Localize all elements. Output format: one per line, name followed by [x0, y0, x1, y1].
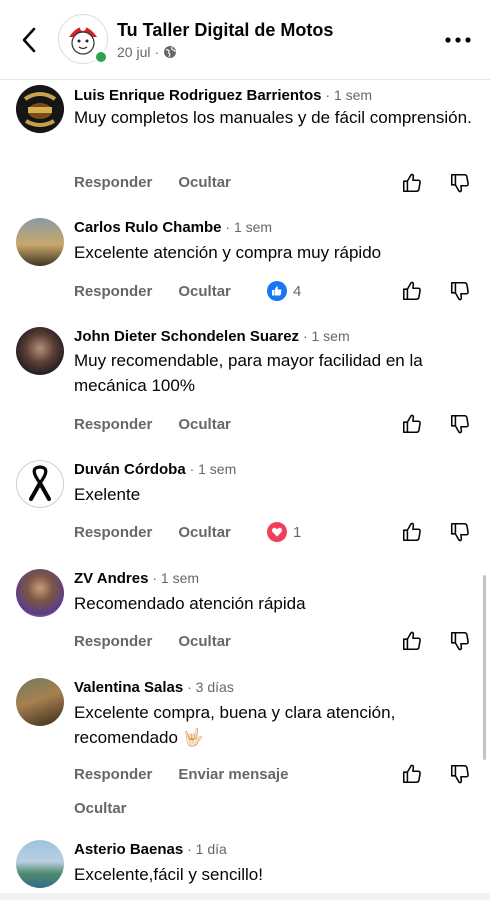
downvote-button[interactable] [447, 278, 473, 304]
avatar[interactable] [16, 569, 64, 617]
comment-actions: Responder Ocultar [74, 283, 257, 300]
more-dots-icon [445, 37, 471, 43]
thumbs-down-icon [450, 522, 469, 542]
commenter-name[interactable]: Valentina Salas · 3 días [74, 679, 234, 696]
page-avatar[interactable] [58, 14, 108, 64]
send-message-button[interactable]: Enviar mensaje [178, 766, 288, 783]
reaction-count: 4 [293, 282, 302, 300]
page-title[interactable]: Tu Taller Digital de Motos [117, 20, 333, 41]
moto-club-logo-icon [16, 85, 64, 133]
comment-actions-extra: Ocultar [74, 800, 153, 817]
comment-time: · 1 sem [221, 219, 273, 235]
reply-button[interactable]: Responder [74, 766, 152, 783]
reply-button[interactable]: Responder [74, 174, 152, 191]
thumbs-down-icon [450, 281, 469, 301]
commenter-name[interactable]: Carlos Rulo Chambe · 1 sem [74, 219, 272, 236]
commenter-name[interactable]: Asterio Baenas · 1 día [74, 841, 227, 858]
comment-actions: Responder Ocultar [74, 416, 257, 433]
online-status-dot [94, 50, 108, 64]
upvote-button[interactable] [399, 519, 425, 545]
upvote-button[interactable] [399, 170, 425, 196]
hide-button[interactable]: Ocultar [178, 283, 231, 300]
downvote-button[interactable] [447, 411, 473, 437]
comment-time: · 3 días [183, 679, 234, 695]
bottom-divider [0, 893, 490, 900]
upvote-button[interactable] [399, 628, 425, 654]
reply-button[interactable]: Responder [74, 524, 152, 541]
hide-button[interactable]: Ocultar [178, 633, 231, 650]
hide-button[interactable]: Ocultar [178, 524, 231, 541]
downvote-button[interactable] [447, 761, 473, 787]
commenter-name[interactable]: ZV Andres · 1 sem [74, 570, 199, 587]
comment-actions: Responder Ocultar [74, 174, 257, 191]
comment-text: Excelente,fácil y sencillo! [74, 865, 263, 884]
reply-button[interactable]: Responder [74, 283, 152, 300]
post-header: Tu Taller Digital de Motos 20 jul · [0, 0, 490, 80]
meta-separator: · [154, 44, 160, 60]
thumbs-down-icon [450, 173, 469, 193]
hide-button[interactable]: Ocultar [178, 174, 231, 191]
reply-button[interactable]: Responder [74, 416, 152, 433]
more-options-button[interactable] [440, 26, 476, 54]
downvote-button[interactable] [447, 170, 473, 196]
comment-text: Excelente compra, buena y clara atención… [74, 703, 396, 747]
avatar[interactable] [16, 840, 64, 888]
globe-icon [164, 46, 177, 58]
comment-time: · 1 sem [321, 87, 373, 103]
comment-actions: Responder Enviar mensaje [74, 766, 314, 783]
comment-text: Exelente [74, 485, 141, 504]
avatar[interactable] [16, 460, 64, 508]
avatar[interactable] [16, 678, 64, 726]
reply-button[interactable]: Responder [74, 633, 152, 650]
thumbs-up-icon [402, 631, 421, 651]
hide-button[interactable]: Ocultar [74, 800, 127, 817]
thumbs-up-icon [402, 281, 421, 301]
thumbs-down-icon [450, 631, 469, 651]
avatar[interactable] [16, 327, 64, 375]
thumbs-up-icon [402, 764, 421, 784]
upvote-button[interactable] [399, 278, 425, 304]
post-date[interactable]: 20 jul [117, 44, 150, 60]
comment-text: Muy recomendable, para mayor facilidad e… [74, 351, 423, 395]
like-reaction-icon [267, 281, 287, 301]
downvote-button[interactable] [447, 519, 473, 545]
comment-text: Excelente atención y compra muy rápido [74, 243, 382, 262]
avatar[interactable] [16, 85, 64, 133]
thumbs-up-icon [402, 173, 421, 193]
love-reaction-icon [267, 522, 287, 542]
chevron-left-icon [22, 27, 36, 53]
reaction-summary[interactable]: 4 [267, 281, 301, 301]
commenter-name[interactable]: John Dieter Schondelen Suarez · 1 sem [74, 328, 350, 345]
comment-time: · 1 sem [299, 328, 350, 344]
comment-text: Muy completos los manuales y de fácil co… [74, 108, 472, 127]
comment-time: · 1 sem [148, 570, 200, 586]
reaction-summary[interactable]: 1 [267, 522, 301, 542]
comment-text: Recomendado atención rápida [74, 594, 306, 613]
thumbs-down-icon [450, 414, 469, 434]
comment-time: · 1 sem [185, 461, 237, 477]
post-meta: 20 jul · [117, 44, 177, 60]
downvote-button[interactable] [447, 628, 473, 654]
upvote-button[interactable] [399, 411, 425, 437]
commenter-name[interactable]: Duván Córdoba · 1 sem [74, 461, 236, 478]
scrollbar[interactable] [483, 575, 486, 760]
thumbs-down-icon [450, 764, 469, 784]
thumbs-up-icon [402, 414, 421, 434]
thumbs-up-icon [402, 522, 421, 542]
comment-actions: Responder Ocultar [74, 633, 257, 650]
commenter-name[interactable]: Luis Enrique Rodriguez Barrientos · 1 se… [74, 87, 372, 104]
comment-time: · 1 día [183, 841, 227, 857]
back-button[interactable] [14, 22, 44, 58]
avatar[interactable] [16, 218, 64, 266]
reaction-count: 1 [293, 523, 302, 541]
mourning-ribbon-icon [29, 465, 51, 501]
hide-button[interactable]: Ocultar [178, 416, 231, 433]
comment-actions: Responder Ocultar [74, 524, 257, 541]
upvote-button[interactable] [399, 761, 425, 787]
